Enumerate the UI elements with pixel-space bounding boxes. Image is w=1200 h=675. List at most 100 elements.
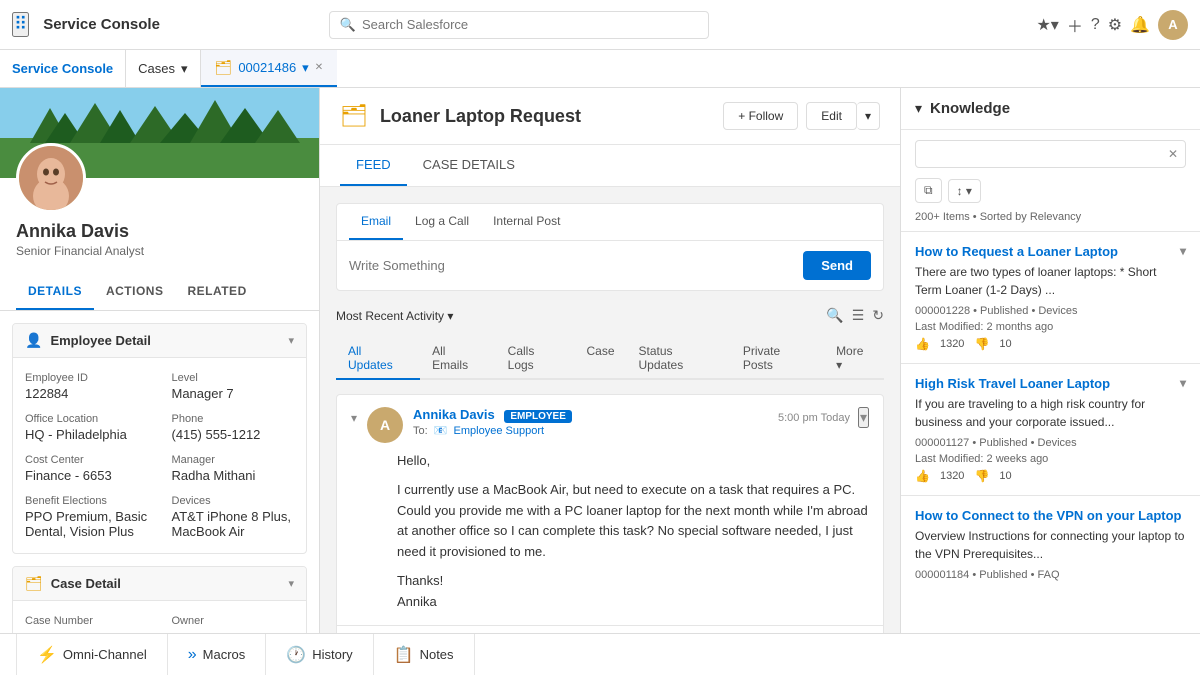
notifications-button[interactable]: 🔔 bbox=[1130, 15, 1150, 35]
knowledge-item-desc-1: There are two types of loaner laptops: *… bbox=[915, 263, 1186, 299]
cost-center-label: Cost Center bbox=[25, 454, 148, 466]
help-button[interactable]: ? bbox=[1091, 16, 1100, 34]
calls-logs-tab[interactable]: Calls Logs bbox=[496, 338, 575, 378]
search-bar: 🔍 bbox=[329, 11, 709, 39]
knowledge-item-meta-2: 000001127 • Published • Devices bbox=[915, 437, 1186, 449]
all-updates-tab[interactable]: All Updates bbox=[336, 338, 420, 380]
actions-tab[interactable]: ACTIONS bbox=[94, 274, 176, 310]
profile-avatar bbox=[16, 143, 86, 213]
knowledge-header: ▾ Knowledge bbox=[901, 88, 1200, 130]
knowledge-item-title-2[interactable]: High Risk Travel Loaner Laptop ▾ bbox=[915, 376, 1186, 391]
knowledge-sort-btn[interactable]: ↕ ▾ bbox=[948, 179, 981, 203]
like-btn-2[interactable]: 👍 bbox=[915, 469, 930, 483]
like-btn-1[interactable]: 👍 bbox=[915, 337, 930, 351]
private-posts-tab[interactable]: Private Posts bbox=[731, 338, 824, 378]
related-tab[interactable]: RELATED bbox=[175, 274, 258, 310]
office-label: Office Location bbox=[25, 413, 148, 425]
case-details-tab[interactable]: CASE DETAILS bbox=[407, 145, 531, 186]
edit-button[interactable]: Edit bbox=[806, 102, 857, 130]
post-header: ▾ A Annika Davis EMPLOYEE To: 📧 Employee… bbox=[337, 395, 883, 451]
nav-right: ★▾ ＋ ? ⚙ 🔔 A bbox=[1036, 10, 1188, 40]
knowledge-count: 200+ Items • Sorted by Relevancy bbox=[915, 211, 1186, 223]
knowledge-search-clear-btn[interactable]: ✕ bbox=[1168, 147, 1178, 161]
knowledge-item-more-1[interactable]: ▾ bbox=[1180, 244, 1186, 258]
post-time: 5:00 pm Today bbox=[778, 412, 850, 424]
app-launcher-icon[interactable]: ⠿ bbox=[12, 12, 29, 37]
case-tab-feed[interactable]: Case bbox=[575, 338, 627, 378]
log-call-tab[interactable]: Log a Call bbox=[403, 204, 481, 240]
knowledge-item-2: High Risk Travel Loaner Laptop ▾ If you … bbox=[901, 363, 1200, 495]
history-item[interactable]: 🕐 History bbox=[266, 634, 373, 675]
email-compose-tab[interactable]: Email bbox=[349, 204, 403, 240]
dislike-btn-2[interactable]: 👎 bbox=[974, 469, 989, 483]
post-body-text: I currently use a MacBook Air, but need … bbox=[397, 480, 869, 563]
post-actions: ↩ ↩ Reply ↩ ↩ Reply All ↓ ↓ Download bbox=[337, 625, 883, 633]
activity-icons: 🔍 ☰ ↻ bbox=[826, 307, 884, 324]
devices-value: AT&T iPhone 8 Plus, MacBook Air bbox=[172, 509, 295, 539]
cost-center-value: Finance - 6653 bbox=[25, 468, 148, 483]
activity-filter-btn[interactable]: ☰ bbox=[852, 307, 865, 324]
knowledge-item-votes-1: 👍 1320 👎 10 bbox=[915, 337, 1186, 351]
notes-icon: 📋 bbox=[394, 645, 414, 665]
compose-area: Email Log a Call Internal Post Send bbox=[336, 203, 884, 291]
knowledge-item-3: How to Connect to the VPN on your Laptop… bbox=[901, 495, 1200, 597]
knowledge-search-input[interactable] bbox=[915, 140, 1186, 168]
status-updates-tab[interactable]: Status Updates bbox=[627, 338, 731, 378]
more-tab[interactable]: More ▾ bbox=[824, 338, 884, 378]
post-container: ▾ A Annika Davis EMPLOYEE To: 📧 Employee… bbox=[337, 395, 883, 633]
knowledge-collapse-btn[interactable]: ▾ bbox=[915, 100, 922, 117]
cost-center-field: Cost Center Finance - 6653 bbox=[13, 448, 160, 489]
dislike-count-2: 10 bbox=[999, 470, 1011, 482]
post-collapse-btn[interactable]: ▾ bbox=[351, 411, 357, 425]
knowledge-item: How to Request a Loaner Laptop ▾ There a… bbox=[901, 231, 1200, 363]
post-to-link[interactable]: Employee Support bbox=[454, 425, 545, 437]
knowledge-item-more-2[interactable]: ▾ bbox=[1180, 376, 1186, 390]
knowledge-item-title-1[interactable]: How to Request a Loaner Laptop ▾ bbox=[915, 244, 1186, 259]
employee-detail-header: 👤 Employee Detail ▾ bbox=[13, 324, 306, 358]
activity-filter-label[interactable]: Most Recent Activity ▾ bbox=[336, 309, 453, 323]
knowledge-filter-btn[interactable]: ⧉ bbox=[915, 178, 942, 203]
employee-id-field: Employee ID 122884 bbox=[13, 366, 160, 407]
post-more-btn[interactable]: ▾ bbox=[858, 407, 869, 428]
edit-caret-button[interactable]: ▾ bbox=[857, 102, 880, 130]
manager-field: Manager Radha Mithani bbox=[160, 448, 307, 489]
follow-button[interactable]: + Follow bbox=[723, 102, 798, 130]
right-panel: ▾ Knowledge ✕ ⧉ ↕ ▾ 200+ Items • Sorted … bbox=[900, 88, 1200, 633]
activity-search-btn[interactable]: 🔍 bbox=[826, 307, 843, 324]
internal-post-tab[interactable]: Internal Post bbox=[481, 204, 572, 240]
case-section-toggle[interactable]: ▾ bbox=[288, 577, 294, 590]
macros-item[interactable]: » Macros bbox=[168, 634, 267, 675]
user-avatar[interactable]: A bbox=[1158, 10, 1188, 40]
favorites-button[interactable]: ★▾ bbox=[1036, 15, 1058, 35]
search-input[interactable] bbox=[362, 17, 698, 32]
devices-label: Devices bbox=[172, 495, 295, 507]
office-value: HQ - Philadelphia bbox=[25, 427, 148, 442]
send-button[interactable]: Send bbox=[803, 251, 871, 280]
case-section-icon: 🗂 bbox=[25, 575, 43, 592]
top-nav: ⠿ Service Console 🔍 ★▾ ＋ ? ⚙ 🔔 A bbox=[0, 0, 1200, 50]
settings-button[interactable]: ⚙ bbox=[1108, 15, 1122, 35]
employee-section-toggle[interactable]: ▾ bbox=[288, 334, 294, 347]
post-body: Hello, I currently use a MacBook Air, bu… bbox=[337, 451, 883, 625]
omni-channel-item[interactable]: ⚡ Omni-Channel bbox=[16, 634, 168, 675]
case-tab-active[interactable]: 🗂 00021486 ▾ ✕ bbox=[201, 50, 338, 87]
all-emails-tab[interactable]: All Emails bbox=[420, 338, 496, 378]
feed-tab[interactable]: FEED bbox=[340, 145, 407, 186]
post-signature: Thanks! Annika bbox=[397, 571, 869, 613]
knowledge-item-title-3[interactable]: How to Connect to the VPN on your Laptop bbox=[915, 508, 1186, 523]
case-tab-close[interactable]: ✕ bbox=[315, 62, 323, 73]
compose-input[interactable] bbox=[349, 258, 793, 273]
details-tab[interactable]: DETAILS bbox=[16, 274, 94, 310]
activity-refresh-btn[interactable]: ↻ bbox=[872, 307, 884, 324]
new-button[interactable]: ＋ bbox=[1067, 13, 1083, 37]
employee-field-grid: Employee ID 122884 Level Manager 7 Offic… bbox=[13, 358, 306, 553]
notes-item[interactable]: 📋 Notes bbox=[374, 634, 475, 675]
case-number-field: Case Number bbox=[13, 609, 160, 633]
dislike-btn-1[interactable]: 👎 bbox=[974, 337, 989, 351]
service-console-label: Service Console bbox=[12, 61, 113, 76]
cases-tab[interactable]: Cases ▾ bbox=[126, 50, 200, 87]
search-icon: 🔍 bbox=[340, 17, 356, 33]
office-field: Office Location HQ - Philadelphia bbox=[13, 407, 160, 448]
benefit-field: Benefit Elections PPO Premium, Basic Den… bbox=[13, 489, 160, 545]
knowledge-item-modified-1: Last Modified: 2 months ago bbox=[915, 321, 1186, 333]
